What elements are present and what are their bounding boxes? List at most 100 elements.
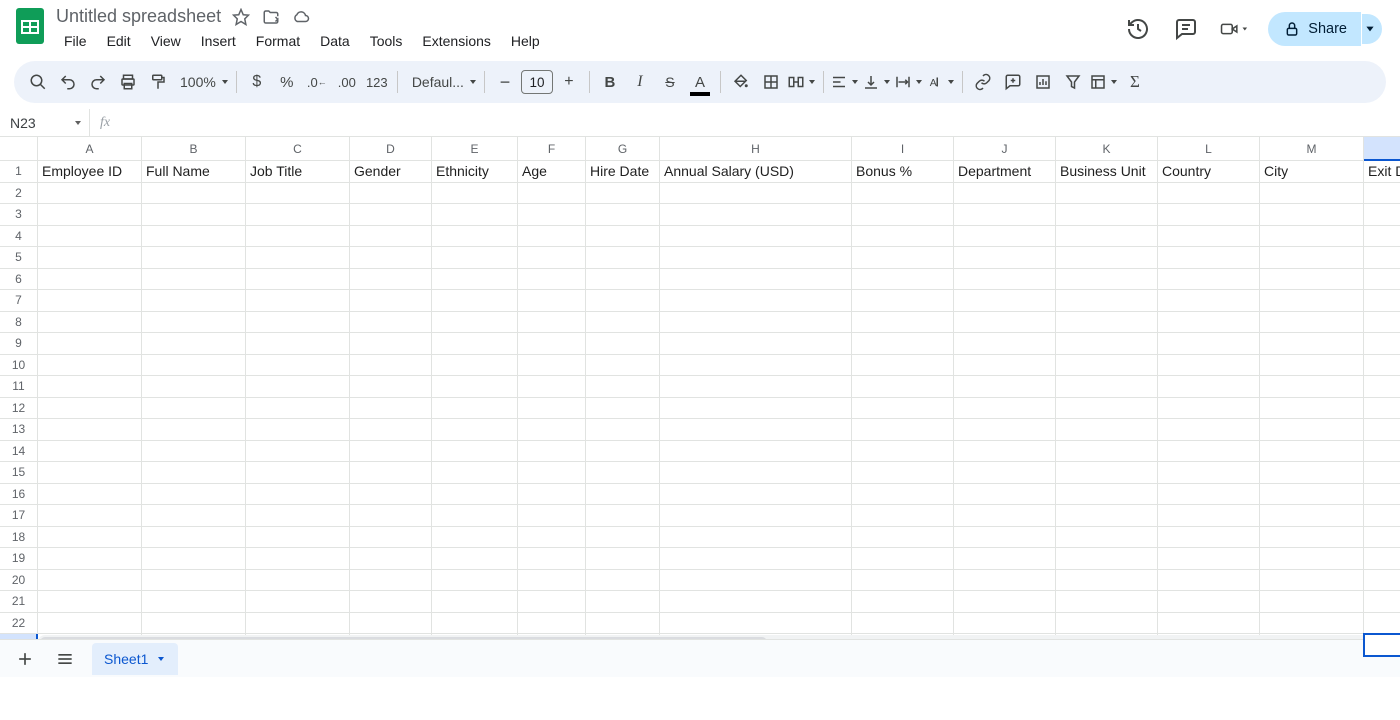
cell-L4[interactable] <box>1158 226 1260 248</box>
cell-K5[interactable] <box>1056 247 1158 269</box>
cell-E9[interactable] <box>432 333 518 355</box>
cell-F21[interactable] <box>518 591 586 613</box>
cell-L21[interactable] <box>1158 591 1260 613</box>
cell-M16[interactable] <box>1260 484 1364 506</box>
cell-M8[interactable] <box>1260 312 1364 334</box>
cell-C19[interactable] <box>246 548 350 570</box>
col-header-D[interactable]: D <box>350 137 432 161</box>
sheet-tab-1[interactable]: Sheet1 <box>92 643 178 675</box>
cell-I8[interactable] <box>852 312 954 334</box>
cell-L17[interactable] <box>1158 505 1260 527</box>
cell-L15[interactable] <box>1158 462 1260 484</box>
cell-G13[interactable] <box>586 419 660 441</box>
row-header-11[interactable]: 11 <box>0 376 38 398</box>
cell-C16[interactable] <box>246 484 350 506</box>
cell-C20[interactable] <box>246 570 350 592</box>
cell-B8[interactable] <box>142 312 246 334</box>
cell-L13[interactable] <box>1158 419 1260 441</box>
cell-H5[interactable] <box>660 247 852 269</box>
cell-G14[interactable] <box>586 441 660 463</box>
cell-A20[interactable] <box>38 570 142 592</box>
cell-A17[interactable] <box>38 505 142 527</box>
cell-D21[interactable] <box>350 591 432 613</box>
cell-C1[interactable]: Job Title <box>246 161 350 183</box>
cell-J8[interactable] <box>954 312 1056 334</box>
cell-K13[interactable] <box>1056 419 1158 441</box>
cell-C21[interactable] <box>246 591 350 613</box>
cell-J6[interactable] <box>954 269 1056 291</box>
cell-G3[interactable] <box>586 204 660 226</box>
row-header-5[interactable]: 5 <box>0 247 38 269</box>
cell-D11[interactable] <box>350 376 432 398</box>
share-dropdown[interactable] <box>1362 14 1382 44</box>
cell-M18[interactable] <box>1260 527 1364 549</box>
cell-K17[interactable] <box>1056 505 1158 527</box>
cell-I17[interactable] <box>852 505 954 527</box>
cell-K6[interactable] <box>1056 269 1158 291</box>
cell-K15[interactable] <box>1056 462 1158 484</box>
cell-F9[interactable] <box>518 333 586 355</box>
cell-I5[interactable] <box>852 247 954 269</box>
cell-N6[interactable] <box>1364 269 1400 291</box>
decrease-decimal-button[interactable]: .0← <box>303 67 331 97</box>
cell-E8[interactable] <box>432 312 518 334</box>
col-header-G[interactable]: G <box>586 137 660 161</box>
select-all-corner[interactable] <box>0 137 38 161</box>
cell-A14[interactable] <box>38 441 142 463</box>
wrap-button[interactable] <box>894 73 924 91</box>
cell-J18[interactable] <box>954 527 1056 549</box>
cell-D18[interactable] <box>350 527 432 549</box>
cell-A15[interactable] <box>38 462 142 484</box>
cell-G15[interactable] <box>586 462 660 484</box>
cell-L18[interactable] <box>1158 527 1260 549</box>
cell-M6[interactable] <box>1260 269 1364 291</box>
cell-N8[interactable] <box>1364 312 1400 334</box>
cell-M3[interactable] <box>1260 204 1364 226</box>
cell-E13[interactable] <box>432 419 518 441</box>
cell-I12[interactable] <box>852 398 954 420</box>
cell-H12[interactable] <box>660 398 852 420</box>
functions-button[interactable]: Σ <box>1121 67 1149 97</box>
cell-G6[interactable] <box>586 269 660 291</box>
cell-H10[interactable] <box>660 355 852 377</box>
bold-button[interactable]: B <box>596 67 624 97</box>
cell-H1[interactable]: Annual Salary (USD) <box>660 161 852 183</box>
cell-D12[interactable] <box>350 398 432 420</box>
col-header-M[interactable]: M <box>1260 137 1364 161</box>
cell-C8[interactable] <box>246 312 350 334</box>
cell-H2[interactable] <box>660 183 852 205</box>
cell-M9[interactable] <box>1260 333 1364 355</box>
col-header-F[interactable]: F <box>518 137 586 161</box>
cell-E14[interactable] <box>432 441 518 463</box>
cell-A5[interactable] <box>38 247 142 269</box>
cell-J9[interactable] <box>954 333 1056 355</box>
col-header-B[interactable]: B <box>142 137 246 161</box>
cell-J11[interactable] <box>954 376 1056 398</box>
cell-I19[interactable] <box>852 548 954 570</box>
cell-K4[interactable] <box>1056 226 1158 248</box>
col-header-I[interactable]: I <box>852 137 954 161</box>
cell-D9[interactable] <box>350 333 432 355</box>
cell-E2[interactable] <box>432 183 518 205</box>
cell-E21[interactable] <box>432 591 518 613</box>
row-header-14[interactable]: 14 <box>0 441 38 463</box>
cell-A21[interactable] <box>38 591 142 613</box>
paint-format-button[interactable] <box>144 67 172 97</box>
cell-I9[interactable] <box>852 333 954 355</box>
cell-D10[interactable] <box>350 355 432 377</box>
cell-L12[interactable] <box>1158 398 1260 420</box>
cell-D3[interactable] <box>350 204 432 226</box>
cell-I18[interactable] <box>852 527 954 549</box>
cell-B20[interactable] <box>142 570 246 592</box>
cell-I22[interactable] <box>852 613 954 635</box>
borders-button[interactable] <box>757 67 785 97</box>
cell-C18[interactable] <box>246 527 350 549</box>
cell-G2[interactable] <box>586 183 660 205</box>
cell-L8[interactable] <box>1158 312 1260 334</box>
cell-D19[interactable] <box>350 548 432 570</box>
cell-L11[interactable] <box>1158 376 1260 398</box>
cell-M2[interactable] <box>1260 183 1364 205</box>
row-header-22[interactable]: 22 <box>0 613 38 635</box>
cell-N11[interactable] <box>1364 376 1400 398</box>
cell-M22[interactable] <box>1260 613 1364 635</box>
